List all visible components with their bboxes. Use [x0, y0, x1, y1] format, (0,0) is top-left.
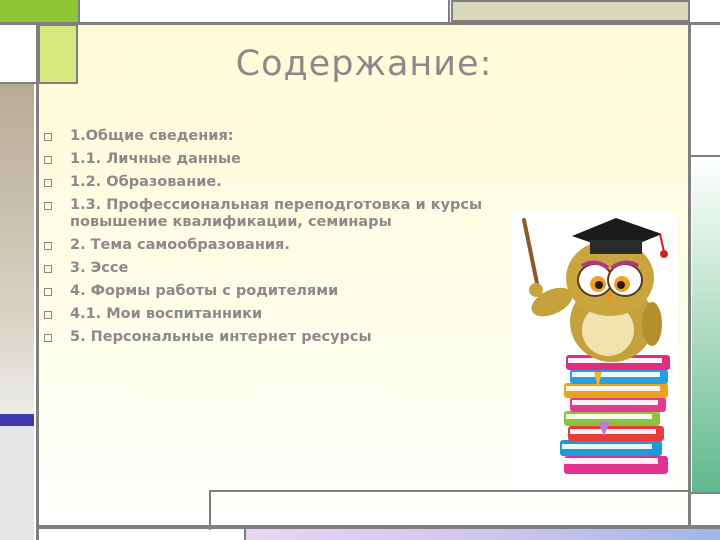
- contents-item[interactable]: 3. Эссе: [42, 260, 582, 277]
- contents-item-label: 1.2. Образование.: [70, 174, 222, 190]
- bottom-gradient-strip: [246, 528, 720, 540]
- frame-line: [688, 22, 691, 528]
- square-bullet-icon: [44, 288, 52, 296]
- top-left-lime-block: [0, 0, 78, 22]
- frame-line: [690, 155, 720, 157]
- square-bullet-icon: [44, 334, 52, 342]
- frame-line: [209, 490, 211, 530]
- contents-item[interactable]: 1.1. Личные данные: [42, 151, 582, 168]
- contents-item[interactable]: 2. Тема самообразования.: [42, 237, 582, 254]
- square-bullet-icon: [44, 311, 52, 319]
- contents-item[interactable]: 1.Общие сведения:: [42, 128, 582, 145]
- contents-item-label: 3. Эссе: [70, 260, 129, 276]
- frame-line: [36, 22, 39, 540]
- square-bullet-icon: [44, 156, 52, 164]
- left-gray-column: [0, 426, 34, 540]
- square-bullet-icon: [44, 265, 52, 273]
- frame-line: [244, 528, 246, 540]
- frame-line: [210, 490, 690, 492]
- frame-line: [0, 82, 38, 84]
- square-bullet-icon: [44, 242, 52, 250]
- square-bullet-icon: [44, 202, 52, 210]
- frame-line: [36, 525, 720, 529]
- contents-item[interactable]: 1.3. Профессиональная переподготовка и к…: [42, 197, 582, 231]
- contents-list: 1.Общие сведения: 1.1. Личные данные 1.2…: [42, 128, 582, 352]
- left-tan-column: [0, 84, 34, 414]
- left-navy-stripe: [0, 414, 34, 426]
- contents-item-label: 4.1. Мои воспитанники: [70, 306, 263, 322]
- slide-title: Содержание:: [235, 44, 493, 84]
- owl-on-books-illustration: [512, 212, 678, 488]
- contents-item-label: 1.Общие сведения:: [70, 128, 234, 144]
- books-stack-icon: [560, 355, 670, 474]
- contents-item-label: 1.1. Личные данные: [70, 151, 241, 167]
- frame-line: [448, 0, 450, 24]
- square-bullet-icon: [44, 179, 52, 187]
- top-khaki-block: [451, 0, 690, 22]
- square-bullet-icon: [44, 133, 52, 141]
- frame-line: [78, 0, 80, 24]
- contents-item-label: 4. Формы работы с родителями: [70, 283, 339, 299]
- contents-item[interactable]: 4.1. Мои воспитанники: [42, 306, 582, 323]
- right-teal-block: [692, 156, 720, 492]
- contents-item[interactable]: 5. Персональные интернет ресурсы: [42, 329, 582, 346]
- contents-item-label: 2. Тема самообразования.: [70, 237, 290, 253]
- contents-item-label: 5. Персональные интернет ресурсы: [70, 329, 372, 345]
- contents-item[interactable]: 4. Формы работы с родителями: [42, 283, 582, 300]
- contents-item[interactable]: 1.2. Образование.: [42, 174, 582, 191]
- frame-line: [0, 22, 720, 25]
- frame-line: [690, 492, 720, 494]
- contents-item-label: 1.3. Профессиональная переподготовка и к…: [70, 197, 483, 230]
